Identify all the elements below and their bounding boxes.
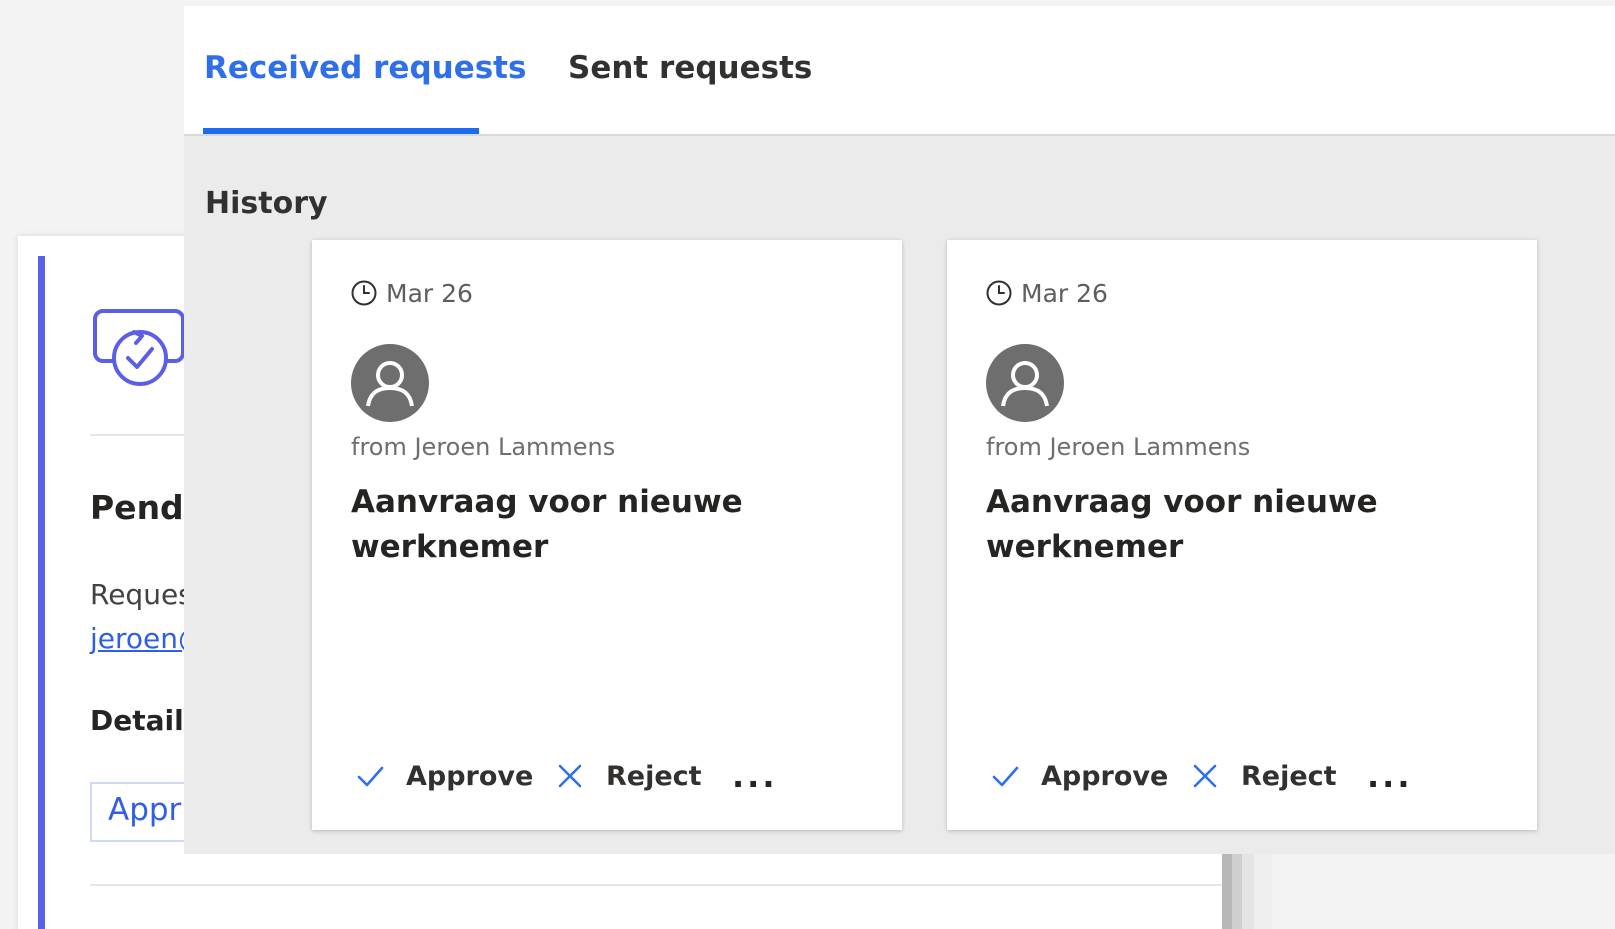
active-tab-indicator <box>203 128 479 134</box>
card-date-row: Mar 26 <box>350 278 473 308</box>
reject-button[interactable]: Reject <box>1191 756 1337 796</box>
more-options-button[interactable]: ... <box>732 756 777 796</box>
reject-label: Reject <box>606 760 702 792</box>
close-icon <box>1193 764 1217 788</box>
clock-icon <box>351 280 377 306</box>
request-card[interactable]: Mar 26 from Jeroen Lammens Aanvraag voor… <box>312 240 902 830</box>
section-title: History <box>205 186 328 221</box>
tab-received-requests[interactable]: Received requests <box>204 50 526 86</box>
requests-panel: Received requests Sent requests History … <box>184 6 1615 854</box>
card-sender: from Jeroen Lammens <box>986 433 1251 461</box>
card-date: Mar 26 <box>386 278 473 308</box>
more-icon: ... <box>1367 757 1413 795</box>
card-sender: from Jeroen Lammens <box>351 433 616 461</box>
approve-label: Approve <box>406 760 534 792</box>
card-title: Aanvraag voor nieuwe werknemer <box>351 484 743 565</box>
card-title: Aanvraag voor nieuwe werknemer <box>986 484 1378 565</box>
card-actions: Approve Reject ... <box>991 756 1511 796</box>
approve-button[interactable]: Approve <box>991 756 1168 796</box>
reject-button[interactable]: Reject <box>556 756 702 796</box>
more-icon: ... <box>732 757 778 795</box>
approve-label: Approve <box>1041 760 1169 792</box>
card-date: Mar 26 <box>1021 278 1108 308</box>
panel-accent-bar <box>38 256 45 929</box>
more-options-button[interactable]: ... <box>1367 756 1412 796</box>
requester-label: Reques <box>90 578 193 611</box>
clock-icon <box>986 280 1012 306</box>
checkmark-icon <box>357 766 384 787</box>
reject-label: Reject <box>1241 760 1337 792</box>
tab-sent-requests[interactable]: Sent requests <box>568 50 812 86</box>
card-date-row: Mar 26 <box>985 278 1108 308</box>
tab-bar: Received requests Sent requests <box>184 6 1615 136</box>
approval-check-icon <box>93 309 185 386</box>
avatar <box>351 344 429 422</box>
request-card[interactable]: Mar 26 from Jeroen Lammens Aanvraag voor… <box>947 240 1537 830</box>
approve-button[interactable]: Approve <box>356 756 533 796</box>
scrollbar-fragment <box>1222 852 1272 929</box>
close-icon <box>558 764 582 788</box>
checkmark-icon <box>992 766 1019 787</box>
avatar <box>986 344 1064 422</box>
card-actions: Approve Reject ... <box>356 756 876 796</box>
panel-divider-bottom <box>90 884 1230 886</box>
approval-status-title: Pendi <box>90 488 195 527</box>
